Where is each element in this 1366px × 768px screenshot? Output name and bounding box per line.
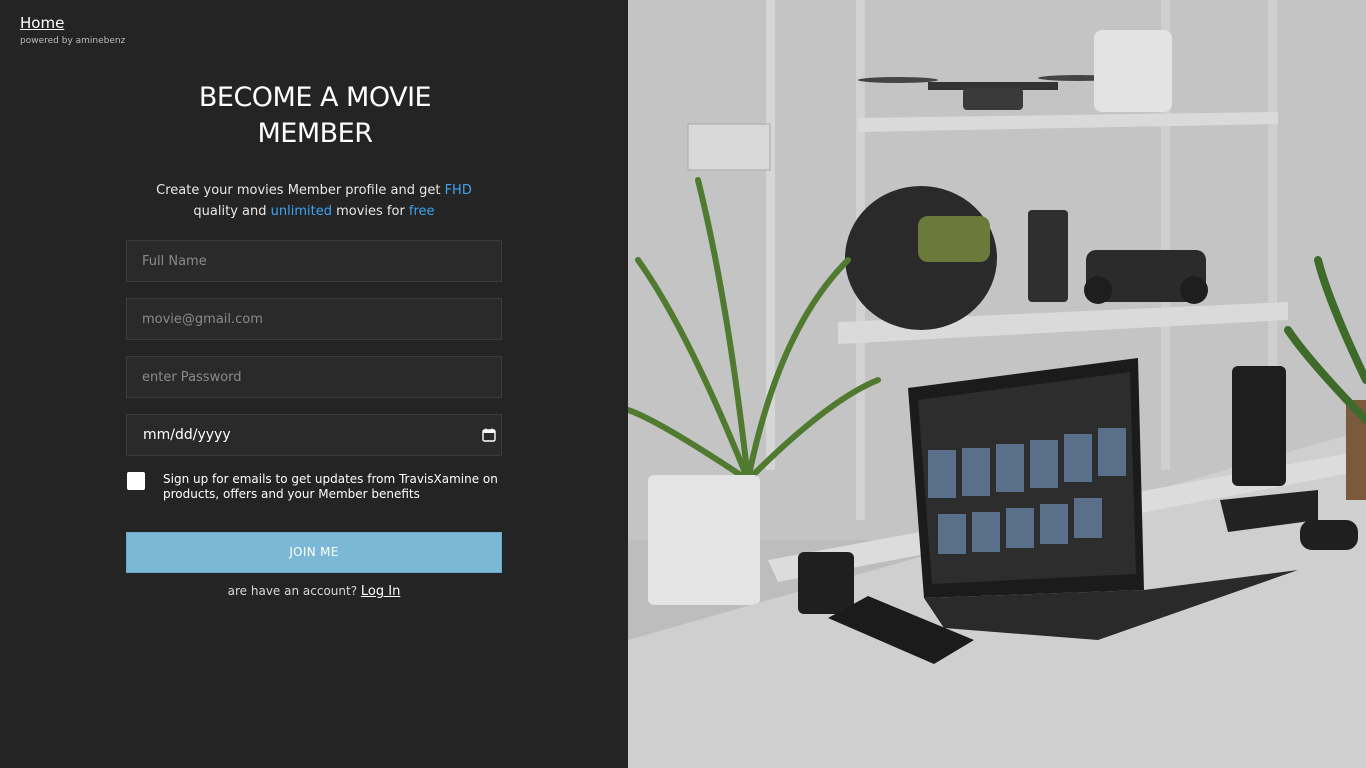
- account-prompt-text: are have an account?: [227, 584, 358, 598]
- subtitle-part-3: movies for: [331, 204, 409, 219]
- workspace-photo: [628, 0, 1366, 768]
- page-title: BECOME A MOVIE MEMBER: [140, 80, 490, 152]
- birthdate-input[interactable]: mm/dd/yyyy: [126, 414, 502, 456]
- subtitle-part-2: quality and: [193, 204, 271, 219]
- calendar-icon[interactable]: [482, 428, 496, 442]
- home-link[interactable]: Home: [20, 14, 64, 32]
- powered-by-text: powered by aminebenz: [20, 36, 126, 46]
- newsletter-checkbox[interactable]: [127, 472, 145, 490]
- login-prompt: are have an account? Log In: [126, 584, 502, 599]
- subtitle-highlight-free: free: [408, 204, 435, 219]
- hero-image: [628, 0, 1366, 768]
- page-subtitle: Create your movies Member profile and ge…: [126, 180, 502, 222]
- subtitle-highlight-fhd: FHD: [444, 183, 472, 198]
- login-link[interactable]: Log In: [361, 584, 400, 599]
- birthdate-placeholder: mm/dd/yyyy: [143, 427, 231, 443]
- subtitle-part-1: Create your movies Member profile and ge…: [156, 183, 445, 198]
- newsletter-label: Sign up for emails to get updates from T…: [163, 472, 498, 501]
- signup-panel: Home powered by aminebenz BECOME A MOVIE…: [0, 0, 628, 768]
- title-line-1: BECOME A MOVIE: [198, 82, 432, 113]
- full-name-input[interactable]: [126, 240, 502, 282]
- join-button[interactable]: JOIN ME: [126, 532, 502, 573]
- title-line-2: MEMBER: [257, 118, 374, 149]
- subtitle-highlight-unlimited: unlimited: [270, 204, 332, 219]
- password-input[interactable]: [126, 356, 502, 398]
- email-input[interactable]: [126, 298, 502, 340]
